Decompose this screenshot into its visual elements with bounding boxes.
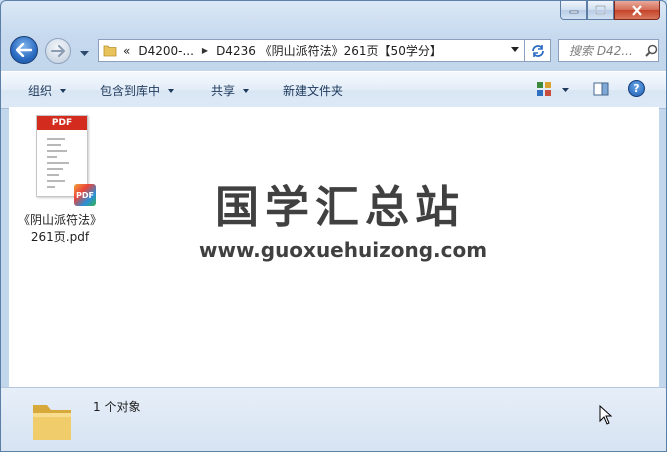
recent-pages-dropdown[interactable] (80, 46, 89, 60)
preview-pane-icon[interactable] (593, 81, 609, 97)
maximize-button[interactable] (587, 1, 614, 20)
breadcrumb-item-current[interactable]: D4236 《阴山派符法》261页【50学分】 (216, 42, 442, 59)
new-folder-button[interactable]: 新建文件夹 (283, 82, 343, 99)
breadcrumb-separator-icon[interactable]: ▶ (202, 46, 208, 55)
arrow-right-icon (51, 45, 65, 57)
chevron-down-icon (168, 88, 175, 93)
pdf-page-lines (47, 138, 73, 192)
chevron-down-icon (80, 51, 89, 56)
mouse-pointer-icon (599, 405, 613, 425)
watermark-url: www.guoxuehuizong.com (199, 238, 488, 262)
breadcrumb-overflow[interactable]: « (123, 44, 130, 58)
file-list-area[interactable]: PDF PDF 《阴山派符法》 261页.pdf 国学汇总站 www.guoxu… (9, 107, 659, 387)
maximize-icon (595, 5, 606, 15)
chevron-down-icon (60, 88, 67, 93)
pdf-app-badge-icon: PDF (74, 184, 96, 206)
chevron-down-icon[interactable] (511, 47, 519, 52)
forward-button[interactable] (45, 38, 71, 64)
back-button[interactable] (10, 36, 38, 64)
share-label: 共享 (211, 84, 236, 98)
minimize-icon (569, 10, 578, 14)
minimize-button[interactable] (560, 1, 587, 20)
folder-icon (33, 405, 71, 440)
breadcrumb-item-parent[interactable]: D4200-... (138, 44, 194, 58)
close-button[interactable] (614, 1, 660, 20)
watermark-title: 国学汇总站 (215, 182, 465, 233)
new-folder-label: 新建文件夹 (283, 84, 344, 98)
include-in-library-label: 包含到库中 (100, 84, 161, 98)
folder-icon (103, 45, 117, 57)
chevron-down-icon (243, 88, 250, 93)
organize-menu[interactable]: 组织 (28, 82, 67, 99)
explorer-window: « D4200-... ▶ D4236 《阴山派符法》261页【50学分】 组织… (0, 0, 667, 452)
command-bar: 组织 包含到库中 共享 新建文件夹 ? (1, 71, 666, 109)
caption-buttons (560, 1, 660, 20)
search-input[interactable] (567, 42, 645, 59)
search-icon[interactable] (645, 44, 658, 57)
view-options-dropdown-icon[interactable] (562, 88, 569, 92)
details-pane: 1 个对象 (1, 387, 666, 451)
address-bar[interactable]: « D4200-... ▶ D4236 《阴山派符法》261页【50学分】 (98, 39, 525, 62)
pdf-icon-header: PDF (37, 116, 87, 130)
share-menu[interactable]: 共享 (211, 82, 250, 99)
file-name-line2: 261页.pdf (30, 230, 90, 244)
navigation-bar: « D4200-... ▶ D4236 《阴山派符法》261页【50学分】 (1, 35, 666, 65)
file-name-line1: 《阴山派符法》 (17, 213, 102, 227)
close-icon (632, 4, 642, 16)
change-view-icon[interactable] (536, 81, 552, 97)
help-icon[interactable]: ? (628, 80, 645, 97)
include-in-library-menu[interactable]: 包含到库中 (100, 82, 175, 99)
refresh-button[interactable] (525, 39, 551, 62)
watermark: 国学汇总站 www.guoxuehuizong.com (199, 180, 488, 262)
file-name-label: 《阴山派符法》 261页.pdf (15, 212, 105, 246)
item-count: 1 个对象 (93, 400, 141, 414)
organize-label: 组织 (28, 84, 53, 98)
refresh-icon (531, 44, 544, 57)
arrow-left-icon (16, 43, 32, 57)
search-box[interactable] (558, 39, 659, 62)
